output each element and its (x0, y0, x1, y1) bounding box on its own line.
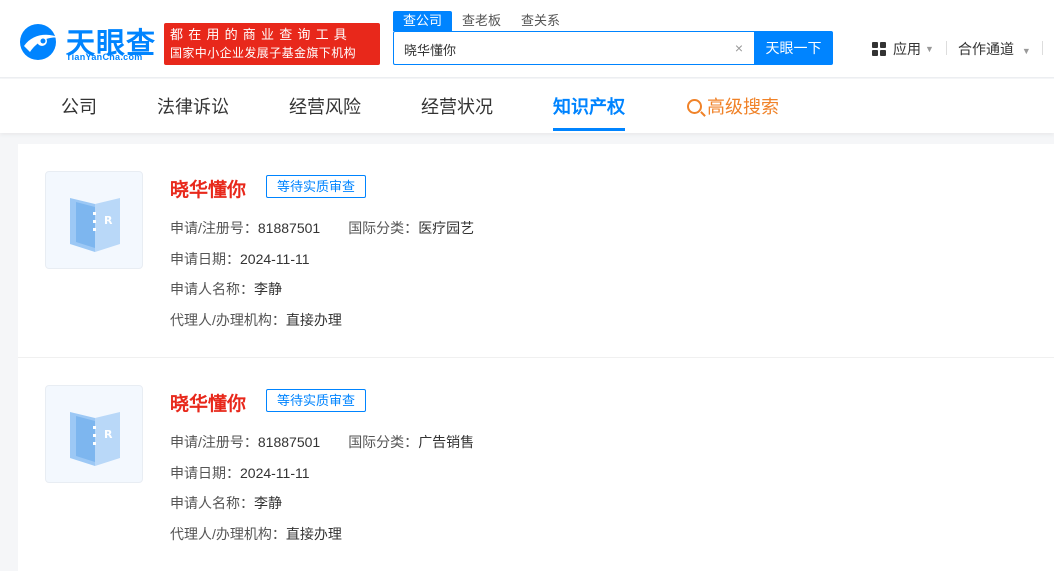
clear-icon[interactable]: × (735, 40, 743, 56)
reg-no-row: 申请/注册号：81887501 国际分类：广告销售 (170, 432, 474, 452)
trademark-item[interactable]: R 晓华懂你 等待实质审查 申请/注册号：81887501 国际分类：广告销售 申… (18, 358, 1054, 571)
reg-no-value: 81887501 (257, 220, 321, 236)
intl-class-label: 国际分类： (348, 220, 419, 236)
apps-menu[interactable]: 应用 ▼ (872, 39, 934, 59)
apps-label: 应用 (893, 41, 921, 57)
agent-row: 代理人/办理机构：直接办理 (170, 524, 342, 544)
logo-eye-icon (20, 24, 60, 60)
intl-class-value: 医疗园艺 (418, 220, 475, 236)
tab-search-boss[interactable]: 查老板 (452, 11, 511, 31)
agent-label: 代理人/办理机构： (170, 312, 286, 328)
trademark-thumbnail[interactable]: R (45, 171, 143, 269)
trademark-name[interactable]: 晓华懂你 (170, 175, 246, 202)
agent-value: 直接办理 (285, 312, 342, 328)
reg-no-value: 81887501 (257, 434, 321, 450)
tab-risk[interactable]: 经营风险 (289, 93, 361, 119)
advanced-search-link[interactable]: 高级搜索 (687, 93, 779, 119)
active-tab-underline (553, 128, 625, 131)
divider (946, 41, 947, 55)
chevron-down-icon: ▼ (925, 44, 934, 54)
applicant-row: 申请人名称：李静 (170, 279, 282, 299)
intl-class-label: 国际分类： (348, 434, 419, 450)
reg-no-row: 申请/注册号：81887501 国际分类：医疗园艺 (170, 218, 474, 238)
trademark-item[interactable]: R 晓华懂你 等待实质审查 申请/注册号：81887501 国际分类：医疗园艺 申… (18, 144, 1054, 358)
applicant-value[interactable]: 李静 (254, 495, 282, 511)
tab-ip[interactable]: 知识产权 (553, 93, 625, 119)
tab-company[interactable]: 公司 (61, 93, 97, 119)
logo-domain: TianYanCha.com (66, 52, 143, 62)
trademark-thumbnail[interactable]: R (45, 385, 143, 483)
apply-date-row: 申请日期：2024-11-11 (170, 463, 310, 483)
chevron-down-icon: ▼ (1021, 46, 1031, 56)
applicant-value[interactable]: 李静 (254, 281, 282, 297)
applicant-label: 申请人名称： (170, 281, 254, 297)
intl-class-value: 广告销售 (418, 434, 475, 450)
apply-date-row: 申请日期：2024-11-11 (170, 249, 310, 269)
slogan-line2: 国家中小企业发展子基金旗下机构 (170, 46, 357, 60)
agent-row: 代理人/办理机构：直接办理 (170, 310, 342, 330)
applicant-label: 申请人名称： (170, 495, 254, 511)
svg-text:R: R (104, 428, 113, 441)
apps-grid-icon (872, 41, 887, 57)
tab-legal[interactable]: 法律诉讼 (157, 93, 229, 119)
tianyancha-logo[interactable]: 天眼查 TianYanCha.com (18, 20, 158, 66)
tab-search-relation[interactable]: 查关系 (511, 11, 570, 31)
top-header: 天眼查 TianYanCha.com 都在用的商业查询工具 国家中小企业发展子基… (0, 0, 1054, 78)
applicant-row: 申请人名称：李静 (170, 493, 282, 513)
cooperation-menu[interactable]: 合作通道 ▼ (958, 39, 1031, 59)
search-input-value: 晓华懂你 (404, 43, 457, 58)
svg-text:R: R (104, 214, 113, 227)
apply-date-label: 申请日期： (170, 251, 240, 267)
search-input[interactable]: 晓华懂你 × (393, 31, 755, 65)
apply-date-value: 2024-11-11 (240, 251, 310, 267)
advanced-search-label: 高级搜索 (707, 97, 779, 117)
search-button[interactable]: 天眼一下 (754, 31, 833, 65)
tab-operation[interactable]: 经营状况 (421, 93, 493, 119)
slogan-line1: 都在用的商业查询工具 (170, 27, 353, 42)
divider (1042, 41, 1043, 55)
cooperation-label: 合作通道 (958, 41, 1014, 57)
slogan-banner: 都在用的商业查询工具 国家中小企业发展子基金旗下机构 (164, 23, 380, 65)
status-badge: 等待实质审查 (266, 389, 367, 412)
search-type-tabs: 查公司 查老板 查关系 (393, 11, 570, 31)
reg-no-label: 申请/注册号： (170, 220, 258, 236)
trademark-book-icon: R (70, 198, 120, 252)
status-badge: 等待实质审查 (266, 175, 367, 198)
search-icon (687, 98, 702, 114)
apply-date-value: 2024-11-11 (240, 465, 310, 481)
category-tabs: 公司 法律诉讼 经营风险 经营状况 知识产权 高级搜索 (0, 79, 1054, 133)
trademark-book-icon: R (70, 412, 120, 466)
tab-search-company[interactable]: 查公司 (393, 11, 453, 31)
trademark-result-list: R 晓华懂你 等待实质审查 申请/注册号：81887501 国际分类：医疗园艺 申… (18, 144, 1054, 571)
trademark-name[interactable]: 晓华懂你 (170, 389, 246, 416)
agent-label: 代理人/办理机构： (170, 526, 286, 542)
reg-no-label: 申请/注册号： (170, 434, 258, 450)
apply-date-label: 申请日期： (170, 465, 240, 481)
agent-value: 直接办理 (285, 526, 342, 542)
